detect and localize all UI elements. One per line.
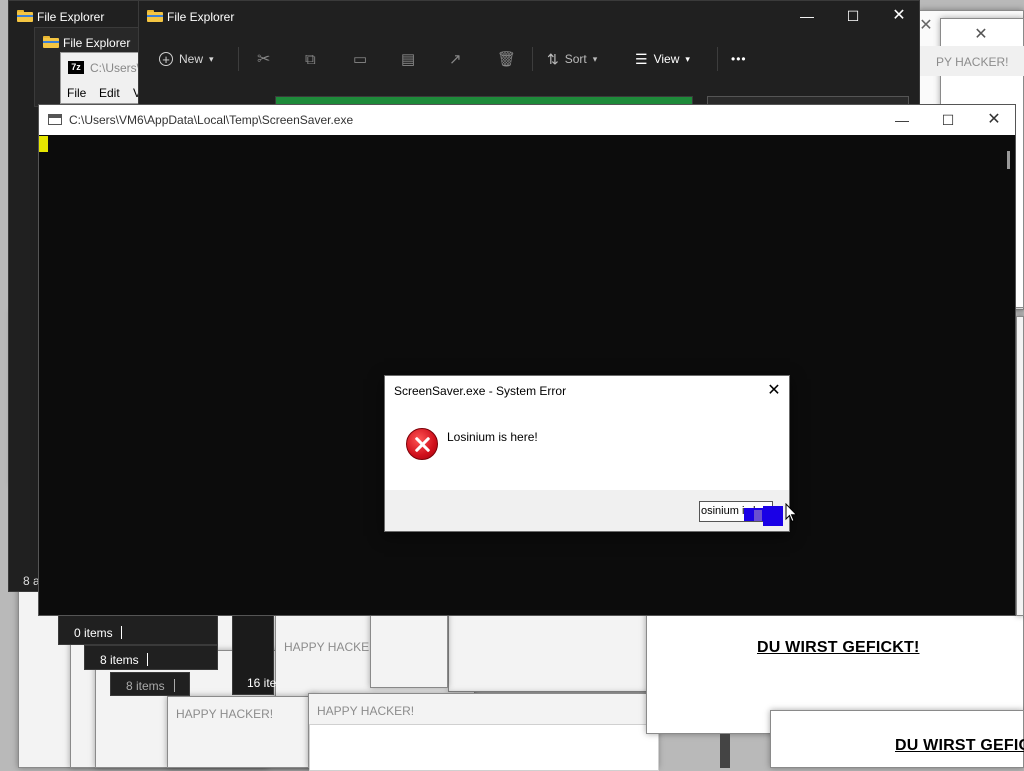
menu-edit[interactable]: Edit: [99, 86, 120, 100]
minimize-icon[interactable]: —: [784, 1, 830, 31]
popup-happy-hacker-bc: HAPPY HACKER!: [308, 693, 659, 771]
maximize-icon[interactable]: ☐: [925, 105, 971, 135]
status-item-count: 8 items: [100, 653, 139, 667]
minimize-icon[interactable]: —: [879, 105, 925, 135]
window-title: File Explorer: [63, 36, 131, 50]
popup-title: HAPPY HACKER: [284, 640, 378, 654]
chevron-down-icon: ▾: [685, 53, 690, 64]
copy-button[interactable]: ⧉: [305, 45, 316, 73]
explorer-window-front: File Explorer — ☐ ✕ + New ▾ ✂ ⧉ ▭ ▤ ↗ 🗑 …: [138, 0, 920, 110]
paste-button[interactable]: ▭: [353, 45, 367, 73]
dialog-title: ScreenSaver.exe - System Error: [394, 384, 567, 398]
folder-icon: [147, 10, 163, 22]
view-label: View: [653, 52, 680, 66]
explorer-status-bar-2: 8 items: [84, 645, 218, 670]
window-title: File Explorer: [37, 10, 105, 24]
popup-title: HAPPY HACKER!: [176, 707, 274, 721]
status-item-count: 0 items: [74, 626, 113, 640]
popup-title: PY HACKER!: [936, 55, 1009, 69]
scrollbar-thumb[interactable]: [1007, 151, 1010, 169]
popup-du-text: DU WIRST GEFICKT!: [757, 639, 920, 656]
new-label: New: [179, 52, 204, 66]
popup-plain-low: [370, 612, 448, 688]
console-window: C:\Users\VM6\AppData\Local\Temp\ScreenSa…: [38, 104, 1016, 616]
view-list-icon: ☰: [635, 50, 648, 67]
sevenzip-path: C:\Users\: [90, 61, 141, 75]
close-icon[interactable]: ✕: [876, 1, 922, 31]
error-icon: [406, 428, 438, 460]
explorer-status-bar-4: 16 ite: [232, 615, 277, 695]
maximize-icon[interactable]: ☐: [830, 1, 876, 31]
explorer-status-bar-1: 0 items: [58, 615, 218, 645]
rename-icon: ▤: [401, 51, 416, 68]
glitch-overlay: [763, 506, 783, 526]
error-dialog: ScreenSaver.exe - System Error ✕ Losiniu…: [384, 375, 790, 532]
status-item-count: 16 ite: [247, 676, 277, 690]
more-label: •••: [731, 52, 747, 66]
menu-file[interactable]: File: [67, 86, 86, 100]
close-icon[interactable]: ✕: [971, 105, 1017, 135]
clipboard-icon: ▭: [353, 51, 368, 68]
cut-button[interactable]: ✂: [257, 45, 270, 73]
dialog-message: Losinium is here!: [447, 430, 538, 444]
scissors-icon: ✂: [257, 51, 271, 68]
sort-label: Sort: [564, 52, 587, 66]
more-options-button[interactable]: •••: [731, 45, 747, 73]
chevron-down-icon: ▾: [592, 53, 598, 64]
window-title: File Explorer: [167, 10, 235, 24]
chevron-down-icon: ▾: [209, 53, 214, 64]
sevenzip-window: 7z C:\Users\ File Edit V: [60, 52, 141, 104]
popup-title: HAPPY HACKER!: [317, 704, 415, 718]
sevenzip-icon: 7z: [68, 61, 84, 74]
popup-du-wirst-2: DU WIRST GEFIC: [770, 710, 1024, 768]
console-app-icon: [48, 114, 62, 125]
new-button[interactable]: + New ▾: [159, 45, 214, 73]
console-title: C:\Users\VM6\AppData\Local\Temp\ScreenSa…: [69, 113, 354, 127]
console-cursor: [39, 136, 48, 152]
close-icon[interactable]: ✕: [763, 380, 785, 402]
copy-icon: ⧉: [305, 50, 316, 68]
trash-icon: 🗑: [497, 51, 517, 68]
sort-button[interactable]: ⇅ Sort ▾: [547, 45, 597, 73]
ok-button[interactable]: osinium is her: [699, 501, 773, 522]
status-item-count: 8 items: [126, 679, 165, 693]
share-button[interactable]: ↗: [449, 45, 462, 73]
sort-icon: ⇅: [547, 50, 559, 67]
plus-circle-icon: +: [159, 52, 173, 67]
popup-happy-hacker-bl: HAPPY HACKER!: [167, 696, 317, 768]
console-scrollbar[interactable]: [1001, 135, 1015, 615]
close-icon[interactable]: ✕: [961, 23, 1001, 47]
view-button[interactable]: ☰ View ▾: [635, 45, 690, 73]
console-title-bar: C:\Users\VM6\AppData\Local\Temp\ScreenSa…: [39, 105, 1015, 135]
dialog-button-bar: osinium is her: [385, 490, 789, 531]
popup-happy-hacker-tr: PY HACKER!: [920, 46, 1024, 76]
folder-icon: [43, 36, 59, 48]
popup-right-mid: [1016, 316, 1024, 616]
rename-button[interactable]: ▤: [401, 45, 415, 73]
popup-du-text: DU WIRST GEFIC: [895, 737, 1024, 754]
popup-plain-mid: [448, 612, 648, 692]
mouse-cursor-icon: [785, 503, 798, 523]
folder-icon: [17, 10, 33, 22]
delete-button[interactable]: 🗑: [497, 45, 516, 73]
explorer-status-bar-3: 8 items: [110, 672, 190, 696]
share-icon: ↗: [449, 51, 462, 68]
